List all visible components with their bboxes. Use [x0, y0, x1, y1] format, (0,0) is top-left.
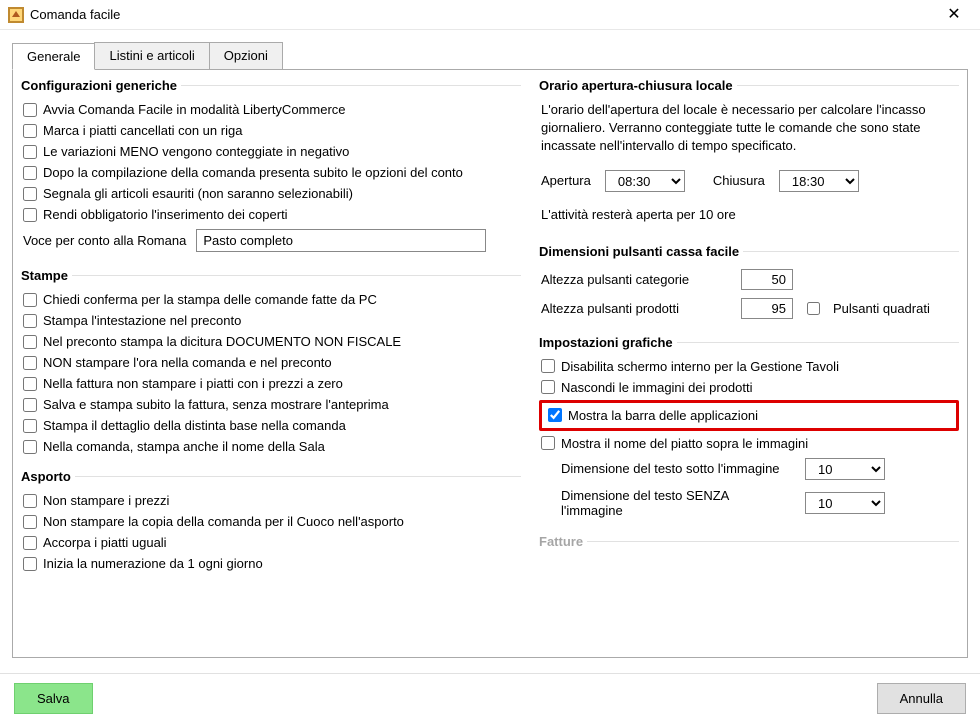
tab-strip: Generale Listini e articoli Opzioni	[12, 42, 968, 70]
orario-note: L'orario dell'apertura del locale è nece…	[539, 99, 959, 164]
alt-categorie-input[interactable]	[741, 269, 793, 290]
chk-disabilita-schermo[interactable]	[541, 359, 555, 373]
apertura-select[interactable]: 08:30	[605, 170, 685, 192]
voce-romana-input[interactable]	[196, 229, 486, 252]
chk-segnala-esauriti[interactable]	[23, 187, 37, 201]
section-orario: Orario apertura-chiusura locale L'orario…	[539, 78, 959, 234]
highlight-barra-app: Mostra la barra delle applicazioni	[539, 400, 959, 431]
chk-variazioni-meno[interactable]	[23, 145, 37, 159]
dim-senza-select[interactable]: 10	[805, 492, 885, 514]
chk-avvia-liberty[interactable]	[23, 103, 37, 117]
chk-no-prezzi-label: Non stampare i prezzi	[43, 493, 169, 508]
section-stampe-legend: Stampe	[21, 268, 72, 283]
app-icon	[8, 7, 24, 23]
cancel-button[interactable]: Annulla	[877, 683, 966, 714]
section-stampe: Stampe Chiedi conferma per la stampa del…	[21, 268, 521, 459]
chk-salva-stampa-label: Salva e stampa subito la fattura, senza …	[43, 397, 389, 412]
tab-opzioni[interactable]: Opzioni	[209, 42, 283, 69]
close-button[interactable]: ✕	[932, 0, 976, 30]
chk-numerazione[interactable]	[23, 557, 37, 571]
chk-rendi-obbligatorio-label: Rendi obbligatorio l'inserimento dei cop…	[43, 207, 288, 222]
section-asporto: Asporto Non stampare i prezzi Non stampa…	[21, 469, 521, 576]
voce-romana-label: Voce per conto alla Romana	[23, 233, 186, 248]
chiusura-label: Chiusura	[713, 173, 765, 188]
chk-nome-sala[interactable]	[23, 440, 37, 454]
window-title: Comanda facile	[30, 7, 932, 22]
chk-no-ora-label: NON stampare l'ora nella comanda e nel p…	[43, 355, 332, 370]
chk-intestazione-label: Stampa l'intestazione nel preconto	[43, 313, 241, 328]
chk-numerazione-label: Inizia la numerazione da 1 ogni giorno	[43, 556, 263, 571]
footer-bar: Salva Annulla	[0, 673, 980, 723]
chk-conferma-stampa-label: Chiedi conferma per la stampa delle coma…	[43, 292, 377, 307]
chk-rendi-obbligatorio[interactable]	[23, 208, 37, 222]
chk-dopo-compilazione[interactable]	[23, 166, 37, 180]
chk-dettaglio-distinta[interactable]	[23, 419, 37, 433]
tab-page-generale: Configurazioni generiche Avvia Comanda F…	[12, 70, 968, 658]
section-grafiche: Impostazioni grafiche Disabilita schermo…	[539, 335, 959, 524]
chk-no-copia-cuoco[interactable]	[23, 515, 37, 529]
chk-accorpa[interactable]	[23, 536, 37, 550]
chk-nascondi-immagini-label: Nascondi le immagini dei prodotti	[561, 380, 752, 395]
section-dim-pulsanti: Dimensioni pulsanti cassa facile Altezza…	[539, 244, 959, 325]
titlebar: Comanda facile ✕	[0, 0, 980, 30]
tab-listini[interactable]: Listini e articoli	[94, 42, 209, 69]
chk-no-fattura-zero-label: Nella fattura non stampare i piatti con …	[43, 376, 343, 391]
section-config-legend: Configurazioni generiche	[21, 78, 181, 93]
chk-intestazione[interactable]	[23, 314, 37, 328]
chk-disabilita-schermo-label: Disabilita schermo interno per la Gestio…	[561, 359, 839, 374]
chk-non-fiscale[interactable]	[23, 335, 37, 349]
chk-pulsanti-quadrati-label: Pulsanti quadrati	[833, 301, 930, 316]
dim-sotto-label: Dimensione del testo sotto l'immagine	[561, 461, 793, 476]
save-button[interactable]: Salva	[14, 683, 93, 714]
section-orario-legend: Orario apertura-chiusura locale	[539, 78, 737, 93]
chk-avvia-liberty-label: Avvia Comanda Facile in modalità Liberty…	[43, 102, 346, 117]
right-column: Orario apertura-chiusura locale L'orario…	[531, 70, 967, 657]
chk-dettaglio-distinta-label: Stampa il dettaglio della distinta base …	[43, 418, 346, 433]
chk-non-fiscale-label: Nel preconto stampa la dicitura DOCUMENT…	[43, 334, 401, 349]
tab-generale[interactable]: Generale	[12, 43, 95, 70]
chk-nome-piatto-label: Mostra il nome del piatto sopra le immag…	[561, 436, 808, 451]
chk-marca-cancellati-label: Marca i piatti cancellati con un riga	[43, 123, 242, 138]
chk-marca-cancellati[interactable]	[23, 124, 37, 138]
chk-dopo-compilazione-label: Dopo la compilazione della comanda prese…	[43, 165, 463, 180]
chk-variazioni-meno-label: Le variazioni MENO vengono conteggiate i…	[43, 144, 349, 159]
section-fatture-cutoff: Fatture	[539, 534, 959, 557]
chk-no-ora[interactable]	[23, 356, 37, 370]
section-asporto-legend: Asporto	[21, 469, 75, 484]
section-grafiche-legend: Impostazioni grafiche	[539, 335, 677, 350]
chk-segnala-esauriti-label: Segnala gli articoli esauriti (non saran…	[43, 186, 353, 201]
section-config: Configurazioni generiche Avvia Comanda F…	[21, 78, 521, 258]
chk-no-copia-cuoco-label: Non stampare la copia della comanda per …	[43, 514, 404, 529]
alt-prodotti-input[interactable]	[741, 298, 793, 319]
chiusura-select[interactable]: 18:30	[779, 170, 859, 192]
chk-nome-piatto[interactable]	[541, 436, 555, 450]
dim-sotto-select[interactable]: 10	[805, 458, 885, 480]
chk-nascondi-immagini[interactable]	[541, 380, 555, 394]
chk-nome-sala-label: Nella comanda, stampa anche il nome dell…	[43, 439, 325, 454]
section-fatture-legend: Fatture	[539, 534, 587, 549]
section-dim-pulsanti-legend: Dimensioni pulsanti cassa facile	[539, 244, 743, 259]
chk-salva-stampa[interactable]	[23, 398, 37, 412]
left-column: Configurazioni generiche Avvia Comanda F…	[13, 70, 531, 657]
alt-categorie-label: Altezza pulsanti categorie	[541, 272, 731, 287]
chk-mostra-barra[interactable]	[548, 408, 562, 422]
chk-mostra-barra-label: Mostra la barra delle applicazioni	[568, 408, 758, 423]
apertura-label: Apertura	[541, 173, 591, 188]
chk-no-fattura-zero[interactable]	[23, 377, 37, 391]
alt-prodotti-label: Altezza pulsanti prodotti	[541, 301, 731, 316]
chk-pulsanti-quadrati[interactable]	[807, 302, 820, 315]
chk-accorpa-label: Accorpa i piatti uguali	[43, 535, 167, 550]
chk-no-prezzi[interactable]	[23, 494, 37, 508]
dim-senza-label: Dimensione del testo SENZA l'immagine	[561, 488, 793, 518]
orario-rest: L'attività resterà aperta per 10 ore	[539, 202, 959, 232]
chk-conferma-stampa[interactable]	[23, 293, 37, 307]
